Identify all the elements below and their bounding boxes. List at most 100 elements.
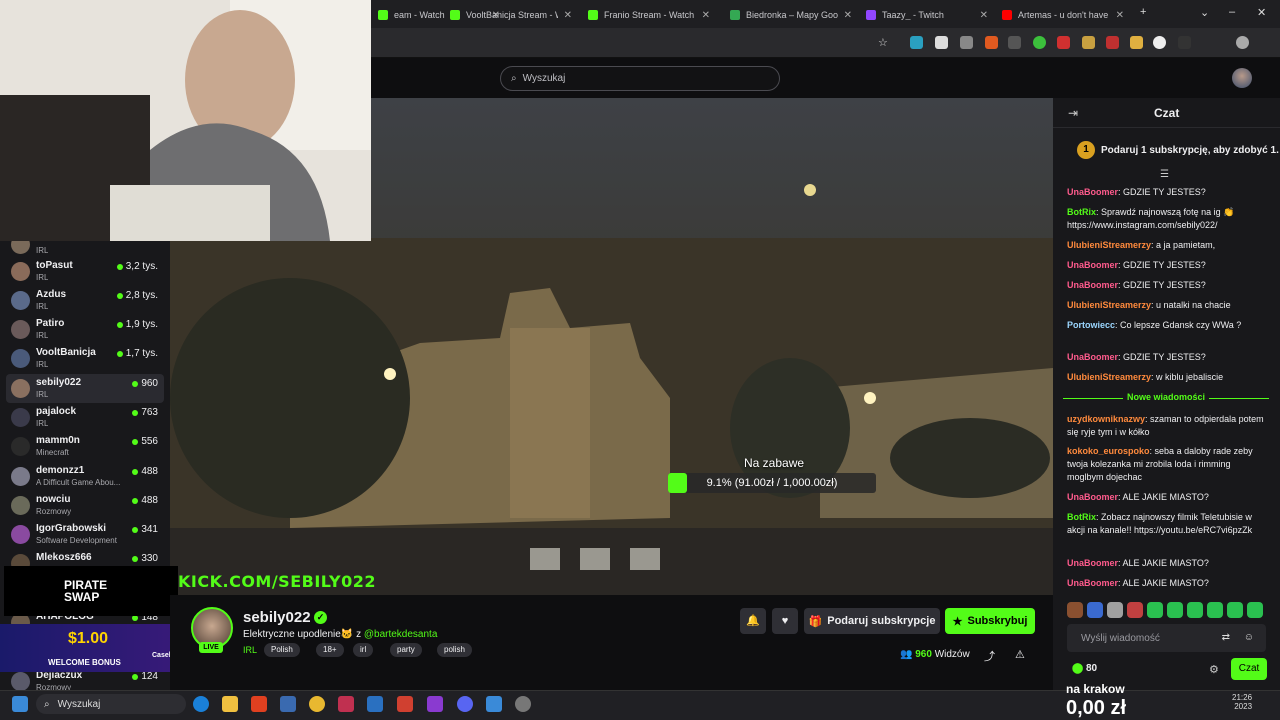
collapse-chat-icon[interactable]: ⇥ xyxy=(1068,106,1078,120)
chat-send-button[interactable]: Czat xyxy=(1231,658,1267,680)
chat-username[interactable]: UnaBoomer xyxy=(1067,492,1118,502)
extension-icon[interactable] xyxy=(1153,36,1166,49)
chat-username[interactable]: Portowiecc xyxy=(1067,320,1115,330)
extension-icon[interactable] xyxy=(935,36,948,49)
chat-filter-icon[interactable]: ☰ xyxy=(1160,169,1169,180)
browser-tab[interactable]: Franio Stream - Watch Li ✕ xyxy=(580,4,718,26)
emote-icon[interactable] xyxy=(1147,602,1163,618)
chat-username[interactable]: UlubieniStreamerzy xyxy=(1067,300,1151,310)
emote-icon[interactable] xyxy=(1207,602,1223,618)
stream-tag[interactable]: party xyxy=(390,643,422,657)
app-icon[interactable] xyxy=(338,696,354,712)
user-avatar[interactable] xyxy=(1232,68,1252,88)
sidebar-channel-item[interactable]: pajalock IRL 763 xyxy=(0,403,170,432)
extension-icon[interactable] xyxy=(1057,36,1070,49)
close-window-icon[interactable]: ✕ xyxy=(1257,6,1266,19)
extension-icon[interactable] xyxy=(910,36,923,49)
extension-icon[interactable] xyxy=(1033,36,1046,49)
sidebar-channel-item[interactable]: toPasut IRL 3,2 tys. xyxy=(0,257,170,286)
emote-icon[interactable] xyxy=(1067,602,1083,618)
extension-icon[interactable] xyxy=(1130,36,1143,49)
sidebar-channel-item[interactable]: demonzz1 A Difficult Game Abou... 488 xyxy=(0,462,170,491)
chat-settings-gear-icon[interactable]: ⚙ xyxy=(1209,663,1219,676)
pirateswap-ad[interactable]: PIRATE SWAP xyxy=(4,566,178,616)
stream-tag[interactable]: Polish xyxy=(264,643,300,657)
app-icon[interactable] xyxy=(486,696,502,712)
tab-close-icon[interactable]: ✕ xyxy=(844,10,852,21)
edge-icon[interactable] xyxy=(193,696,209,712)
emote-icon[interactable] xyxy=(1187,602,1203,618)
app-icon[interactable] xyxy=(367,696,383,712)
welcome-bonus-ad[interactable]: $1.00 WELCOME BONUS Casebug xyxy=(0,624,190,672)
extension-icon[interactable] xyxy=(1178,36,1191,49)
gift-subscription-button[interactable]: 🎁 Podaruj subskrypcje xyxy=(804,608,940,634)
sidebar-channel-item[interactable]: Azdus IRL 2,8 tys. xyxy=(0,286,170,315)
minimize-icon[interactable]: – xyxy=(1229,6,1235,18)
chat-username[interactable]: UnaBoomer xyxy=(1067,578,1118,588)
chat-username[interactable]: uzydkowniknazwy xyxy=(1067,414,1145,424)
browser-tab[interactable]: VooltBanicja Stream - Wat ✕ xyxy=(442,4,580,26)
discord-icon[interactable] xyxy=(457,696,473,712)
sidebar-channel-item[interactable]: mamm0n Minecraft 556 xyxy=(0,432,170,461)
emote-icon[interactable] xyxy=(1167,602,1183,618)
file-explorer-icon[interactable] xyxy=(222,696,238,712)
store-icon[interactable] xyxy=(280,696,296,712)
app-icon[interactable] xyxy=(427,696,443,712)
stream-tag[interactable]: 18+ xyxy=(316,643,344,657)
tab-close-icon[interactable]: ✕ xyxy=(564,10,572,21)
chat-username[interactable]: UnaBoomer xyxy=(1067,352,1118,362)
tab-search-icon[interactable]: ⌄ xyxy=(1200,6,1209,19)
emote-icon[interactable] xyxy=(1127,602,1143,618)
browser-tab[interactable]: Artemas - u don't have t ✕ xyxy=(994,4,1132,26)
extension-icon[interactable] xyxy=(1082,36,1095,49)
emote-icon[interactable] xyxy=(1227,602,1243,618)
emote-icon[interactable] xyxy=(1247,602,1263,618)
extension-icon[interactable] xyxy=(960,36,973,49)
tab-close-icon[interactable]: ✕ xyxy=(1116,10,1124,21)
search-input[interactable]: ⌕ Wyszukaj xyxy=(500,66,780,91)
sidebar-channel-item[interactable]: IgorGrabowski Software Development 341 xyxy=(0,520,170,549)
tab-close-icon[interactable]: ✕ xyxy=(702,10,710,21)
subscribe-button[interactable]: ★ Subskrybuj xyxy=(945,608,1035,634)
chat-username[interactable]: UlubieniStreamerzy xyxy=(1067,240,1151,250)
profile-icon[interactable] xyxy=(1236,36,1249,49)
chat-message-input[interactable]: Wyślij wiadomość ⇄ ☺ xyxy=(1067,624,1266,652)
windows-start-icon[interactable] xyxy=(12,696,28,712)
tab-close-icon[interactable]: ✕ xyxy=(980,10,988,21)
browser-tab[interactable]: Taazy_ - Twitch ✕ xyxy=(858,4,996,26)
translate-icon[interactable]: ⇄ xyxy=(1222,632,1230,643)
notification-bell-icon[interactable]: 🔔 xyxy=(740,608,766,634)
taskbar-search[interactable]: ⌕ Wyszukaj xyxy=(36,694,186,714)
chat-username[interactable]: UnaBoomer xyxy=(1067,260,1118,270)
app-icon[interactable] xyxy=(397,696,413,712)
channel-name[interactable]: sebily022 xyxy=(243,609,311,626)
share-icon[interactable]: ⤴ xyxy=(984,648,995,664)
stream-category[interactable]: IRL xyxy=(243,645,257,655)
chrome-icon[interactable] xyxy=(309,696,325,712)
chat-username[interactable]: UlubieniStreamerzy xyxy=(1067,372,1151,382)
report-warning-icon[interactable]: ⚠ xyxy=(1015,648,1025,661)
gift-sub-hint[interactable]: 1 Podaruj 1 subskrypcję, aby zdobyć 1. xyxy=(1077,141,1279,159)
extension-icon[interactable] xyxy=(1106,36,1119,49)
bookmark-star-icon[interactable]: ☆ xyxy=(878,36,888,49)
chat-username[interactable]: kokoko_eurospoko xyxy=(1067,446,1150,456)
chat-username[interactable]: UnaBoomer xyxy=(1067,187,1118,197)
chat-username[interactable]: BotRix xyxy=(1067,512,1096,522)
chat-username[interactable]: BotRix xyxy=(1067,207,1096,217)
app-icon[interactable] xyxy=(251,696,267,712)
mention-link[interactable]: @bartekdesanta xyxy=(364,629,438,640)
follow-heart-icon[interactable]: ♥ xyxy=(772,608,798,634)
chat-username[interactable]: UnaBoomer xyxy=(1067,558,1118,568)
browser-tab[interactable]: Biedronka – Mapy Googl ✕ xyxy=(722,4,860,26)
chat-username[interactable]: UnaBoomer xyxy=(1067,280,1118,290)
extension-icon[interactable] xyxy=(1008,36,1021,49)
emote-icon[interactable] xyxy=(1107,602,1123,618)
sidebar-channel-item[interactable]: VooltBanicja IRL 1,7 tys. xyxy=(0,344,170,373)
stream-tag[interactable]: polish xyxy=(437,643,472,657)
sidebar-channel-item[interactable]: nowciu Rozmowy 488 xyxy=(0,491,170,520)
sidebar-channel-item[interactable]: sebily022 IRL 960 xyxy=(6,374,164,403)
emoji-icon[interactable]: ☺ xyxy=(1244,632,1254,643)
extension-icon[interactable] xyxy=(985,36,998,49)
sidebar-channel-item[interactable]: Patiro IRL 1,9 tys. xyxy=(0,315,170,344)
stream-tag[interactable]: irl xyxy=(353,643,374,657)
